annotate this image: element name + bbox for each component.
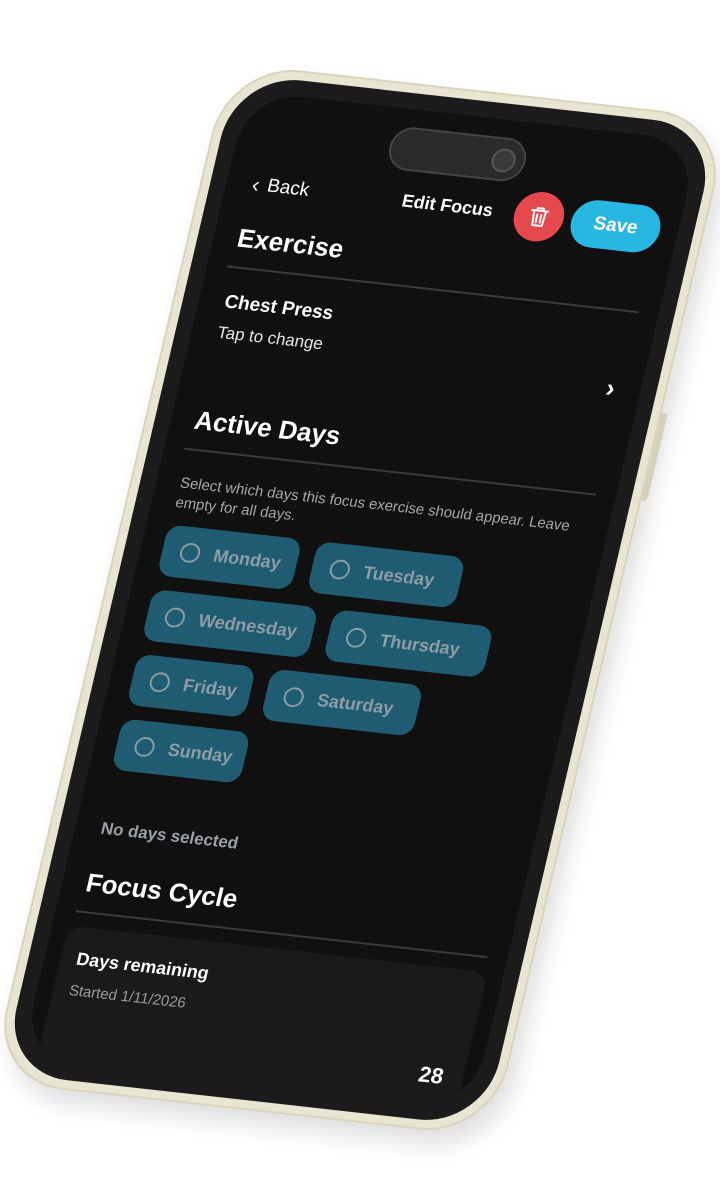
focus-cycle-card: Days remaining Started 1/11/2026 28 xyxy=(31,925,488,1110)
radio-unchecked-icon xyxy=(344,626,369,649)
radio-unchecked-icon xyxy=(132,736,157,758)
phone-bezel: ‹ Back Edit Focus Save Exercise Chest Pr… xyxy=(1,73,719,1127)
radio-unchecked-icon xyxy=(281,686,306,709)
trash-icon xyxy=(531,207,550,228)
day-label: Tuesday xyxy=(361,561,437,590)
days-remaining-value: 28 xyxy=(416,1061,447,1089)
exercise-section-title: Exercise xyxy=(234,222,347,264)
day-chip-monday[interactable]: Monday xyxy=(156,524,303,591)
page-title: Edit Focus xyxy=(399,190,496,221)
focus-cycle-section-title: Focus Cycle xyxy=(83,867,241,914)
day-label: Saturday xyxy=(315,689,396,718)
day-label: Friday xyxy=(181,674,240,701)
delete-button[interactable] xyxy=(508,189,570,244)
radio-unchecked-icon xyxy=(147,671,172,694)
day-label: Thursday xyxy=(377,630,463,659)
active-days-section-title: Active Days xyxy=(191,404,344,451)
radio-unchecked-icon xyxy=(162,606,188,629)
day-chip-tuesday[interactable]: Tuesday xyxy=(306,541,466,609)
day-label: Monday xyxy=(211,545,284,573)
save-button[interactable]: Save xyxy=(565,197,666,255)
days-remaining-label: Days remaining xyxy=(74,948,212,984)
back-label: Back xyxy=(265,175,312,201)
cycle-start-date: Started 1/11/2026 xyxy=(67,982,188,1012)
exercise-selector[interactable]: Chest Press Tap to change › xyxy=(181,277,655,425)
day-selector: Monday Tuesday Wednesday Thursday Friday… xyxy=(108,524,578,828)
day-label: Wednesday xyxy=(196,609,300,641)
chevron-left-icon: ‹ xyxy=(249,171,263,198)
days-selected-status: No days selected xyxy=(99,818,241,853)
app-screen: ‹ Back Edit Focus Save Exercise Chest Pr… xyxy=(20,90,700,1110)
radio-unchecked-icon xyxy=(327,558,352,581)
radio-unchecked-icon xyxy=(177,541,203,564)
chevron-right-icon: › xyxy=(602,372,619,403)
day-label: Sunday xyxy=(166,739,235,767)
exercise-hint: Tap to change xyxy=(215,322,326,354)
phone-frame: ‹ Back Edit Focus Save Exercise Chest Pr… xyxy=(0,62,720,1138)
back-button[interactable]: ‹ Back xyxy=(249,172,312,204)
camera-icon xyxy=(489,147,519,174)
exercise-name: Chest Press xyxy=(222,291,336,325)
